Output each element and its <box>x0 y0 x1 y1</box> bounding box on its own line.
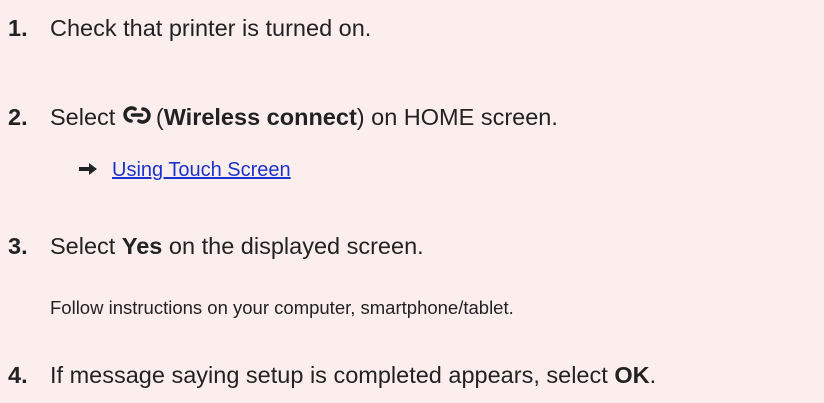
step-number: 3. <box>8 233 28 259</box>
step-text-post: on the displayed screen. <box>168 233 424 259</box>
step-number: 4. <box>8 362 28 388</box>
instruction-note: Follow instructions on your computer, sm… <box>50 297 514 318</box>
step-text-pre: If message saying setup is completed app… <box>50 362 608 388</box>
ok-label: OK <box>614 362 650 388</box>
step-text-pre: Select <box>50 233 116 259</box>
wireless-connect-icon <box>123 106 151 124</box>
step-text: Check that printer is turned on. <box>50 15 372 41</box>
arrow-right-icon <box>79 163 97 175</box>
step-number: 1. <box>8 15 28 41</box>
step-3: 3. Select Yes on the displayed screen. <box>8 232 424 260</box>
step-number: 2. <box>8 104 28 130</box>
wireless-connect-label: Wireless connect <box>163 104 357 130</box>
step-text-pre: Select <box>50 104 116 130</box>
step-text-post: . <box>649 362 657 388</box>
step-4: 4. If message saying setup is completed a… <box>8 361 656 389</box>
yes-label: Yes <box>121 233 163 259</box>
touch-screen-link-row: Using Touch Screen <box>78 157 291 183</box>
step-text-post: ) on HOME screen. <box>356 104 558 130</box>
step-1: 1. Check that printer is turned on. <box>8 14 371 42</box>
step-2: 2. Select (Wireless connect) on HOME scre… <box>8 102 558 131</box>
using-touch-screen-link[interactable]: Using Touch Screen <box>112 159 291 181</box>
open-paren: ( <box>155 104 164 130</box>
